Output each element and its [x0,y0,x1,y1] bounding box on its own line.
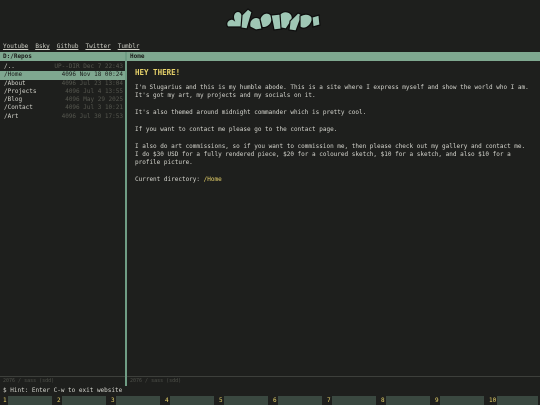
right-panel-footer: 2076 / sass (sdd) [130,378,182,384]
social-links: Youtube Bsky Github Twitter Tumblr [3,43,139,52]
slugarius-logo [226,8,321,32]
banner [0,0,540,42]
left-panel-path: D:/Repos [0,52,125,61]
fkey-6[interactable]: 6 [270,396,324,405]
prompt-symbol: $ [3,387,7,394]
function-key-bar: 1 2 3 4 5 6 7 8 9 10 [0,396,540,405]
panel-divider [125,52,127,386]
tumblr-link[interactable]: Tumblr [118,43,140,52]
fkey-2[interactable]: 2 [54,396,108,405]
dir-entry-projects[interactable]: /Projects 4096 Jul 4 13:55 [0,88,125,96]
fkey-10[interactable]: 10 [486,396,540,405]
intro-paragraph: I'm Slugarius and this is my humble abod… [135,84,529,100]
current-directory: Current directory: /Home [135,176,530,183]
github-link[interactable]: Github [57,43,79,52]
bsky-link[interactable]: Bsky [35,43,49,52]
dir-entry-art[interactable]: /Art 4096 Jul 30 17:53 [0,113,125,121]
directory-list: /.. UP--DIR Dec 7 22:43 /Home 4096 Nov 1… [0,63,125,121]
twitter-link[interactable]: Twitter [85,43,110,52]
dir-entry-home[interactable]: /Home 4096 Nov 18 00:24 [0,71,125,80]
dir-entry-contact[interactable]: /Contact 4096 Jul 3 10:21 [0,104,125,112]
dir-entry-about[interactable]: /About 4096 Jul 23 13:04 [0,80,125,88]
dir-entry-up[interactable]: /.. UP--DIR Dec 7 22:43 [0,63,125,71]
home-content: HEY THERE! I'm Slugarius and this is my … [135,68,530,183]
fkey-9[interactable]: 9 [432,396,486,405]
current-directory-label: Current directory: [135,176,201,184]
hint-text: Hint: Enter C-w to exit website [10,387,123,394]
left-footer-divider [0,376,125,377]
commissions-paragraph: I also do art commissions, so if you wan… [135,142,526,167]
fkey-5[interactable]: 5 [216,396,270,405]
fkey-1[interactable]: 1 [0,396,54,405]
hint-line: $ Hint: Enter C-w to exit website [3,387,122,394]
current-directory-link[interactable]: /Home [204,176,222,183]
fkey-7[interactable]: 7 [324,396,378,405]
fkey-8[interactable]: 8 [378,396,432,405]
dir-entry-blog[interactable]: /Blog 4096 May 29 2025 [0,96,125,104]
left-panel-footer: 2076 / sass (sdd) [3,378,55,384]
fkey-4[interactable]: 4 [162,396,216,405]
contact-paragraph: If you want to contact me please go to t… [135,125,338,133]
youtube-link[interactable]: Youtube [3,43,28,52]
right-panel-title: Home [127,52,540,61]
fkey-3[interactable]: 3 [108,396,162,405]
page-heading: HEY THERE! [135,68,181,77]
right-footer-divider [127,376,540,377]
theme-paragraph: It's also themed around midnight command… [135,109,367,117]
